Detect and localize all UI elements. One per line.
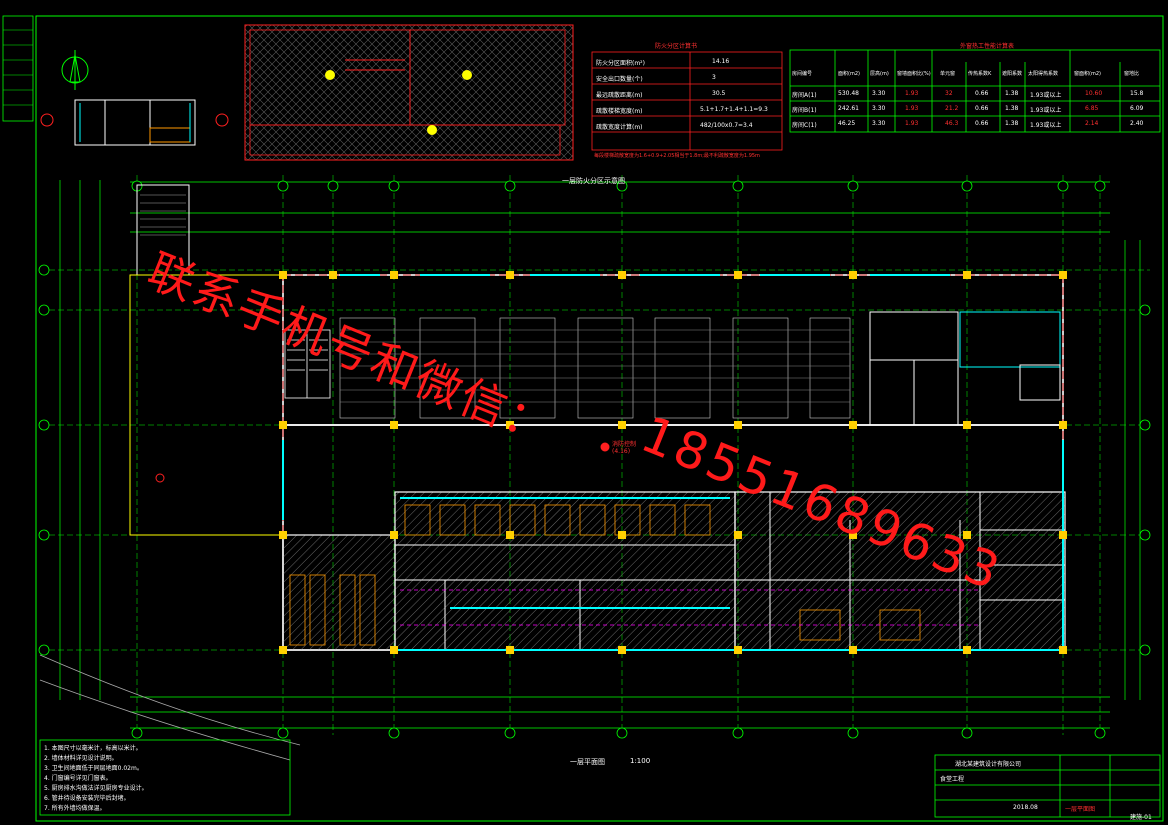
energy-cell: 0.66 xyxy=(975,90,989,97)
energy-cell: 房间C(1) xyxy=(792,122,817,129)
note-item: 3. 卫生间地面低于同层地面0.02m。 xyxy=(44,765,143,772)
energy-cell: 46.3 xyxy=(945,120,959,127)
energy-cell: 21.2 xyxy=(945,105,959,112)
energy-cell: 242.61 xyxy=(838,105,859,112)
red-markers xyxy=(155,442,610,483)
fire-row-label: 最远疏散距离(m) xyxy=(596,92,643,99)
prep-zone xyxy=(734,491,1066,651)
energy-cell: 3.30 xyxy=(872,90,886,97)
fire-row-label: 疏散宽度计算(m) xyxy=(596,124,643,131)
energy-cell: 1.93或以上 xyxy=(1030,92,1062,99)
energy-cell: 1.93 xyxy=(905,90,919,97)
fire-row-label: 安全出口数量(个) xyxy=(596,76,643,83)
energy-cell: 1.38 xyxy=(1005,90,1019,97)
energy-header: 房间编号 xyxy=(792,71,813,77)
energy-header: 遮阳系数 xyxy=(1002,71,1023,77)
axis-bubbles-right xyxy=(1139,304,1151,656)
energy-cell: 房间A(1) xyxy=(792,92,817,99)
title-date: 2018.08 xyxy=(1013,804,1038,811)
energy-header: 太阳得热系数 xyxy=(1028,71,1059,77)
restroom-block xyxy=(869,311,1061,426)
energy-cell: 15.8 xyxy=(1130,90,1144,97)
energy-cell: 10.60 xyxy=(1085,90,1103,97)
area-label-2: 消防控制 xyxy=(612,441,637,448)
energy-cell: 1.38 xyxy=(1005,105,1019,112)
energy-header: 层高(m) xyxy=(870,71,889,77)
title-drawing-name: 一层平面图 xyxy=(1065,806,1096,813)
sheet-number: 建施-01 xyxy=(1130,814,1152,821)
main-title: 一层平面图 xyxy=(570,758,605,766)
axis-bubbles-left xyxy=(38,264,50,656)
energy-table-title: 外窗热工性能计算表 xyxy=(960,43,1015,50)
energy-cell: 0.66 xyxy=(975,120,989,127)
energy-cell: 1.93 xyxy=(905,105,919,112)
left-stamp-lines xyxy=(3,29,33,106)
north-arrow xyxy=(61,50,89,90)
note-item: 5. 厨房排水沟做法详见厨房专业设计。 xyxy=(44,785,148,792)
energy-cell: 46.25 xyxy=(838,120,856,127)
fire-row-value: 14.16 xyxy=(712,58,730,65)
energy-header: 窗面积(m2) xyxy=(1074,71,1101,77)
note-item: 7. 所有外墙均做保温。 xyxy=(44,805,106,812)
energy-cell: 32 xyxy=(945,90,953,97)
cad-drawing xyxy=(2,15,1164,822)
fire-table-note: 每段楼梯疏散宽度为1.6+0.9+2.05相当于1.8m;最不利疏散宽度为1.9… xyxy=(594,153,760,159)
main-stair xyxy=(284,329,331,399)
energy-cell: 1.93或以上 xyxy=(1030,122,1062,129)
energy-header: 窗墙面积比(%) xyxy=(897,71,931,77)
axis-bubbles-bottom xyxy=(131,727,1106,739)
note-item: 6. 管井待设备安装完毕后封堵。 xyxy=(44,795,130,802)
energy-cell: 1.93 xyxy=(905,120,919,127)
sheet-border xyxy=(35,15,1164,822)
energy-cell: 530.48 xyxy=(838,90,859,97)
stair-detail-inset xyxy=(74,99,196,146)
fire-row-value: 482/100x0.7=3.4 xyxy=(700,122,753,129)
note-item: 4. 门窗编号详见门窗表。 xyxy=(44,775,112,782)
energy-header: 单元窗 xyxy=(940,71,956,77)
main-scale: 1:100 xyxy=(630,757,651,765)
fire-row-value: 30.5 xyxy=(712,90,726,97)
note-item: 1. 本图尺寸以毫米计，标高以米计。 xyxy=(44,745,142,752)
energy-cell: 1.93或以上 xyxy=(1030,107,1062,114)
kitchen-zone xyxy=(394,491,736,651)
energy-header: 面积(m2) xyxy=(838,71,860,77)
title-project: 食堂工程 xyxy=(940,776,965,783)
dining-table-rows xyxy=(340,329,850,403)
energy-cell: 2.14 xyxy=(1085,120,1099,127)
fire-row-label: 防火分区面积(m²) xyxy=(596,60,645,67)
energy-cell: 1.38 xyxy=(1005,120,1019,127)
energy-header: 窗地比 xyxy=(1124,71,1140,77)
fire-table-title: 防火分区计算书 xyxy=(655,43,698,50)
fire-row-label: 疏散楼梯宽度(m) xyxy=(596,108,643,115)
fire-compartment-inset xyxy=(244,24,574,161)
energy-cell: 2.40 xyxy=(1130,120,1144,127)
energy-cell: 3.30 xyxy=(872,120,886,127)
energy-cell: 6.85 xyxy=(1085,105,1099,112)
left-open-area xyxy=(129,274,284,536)
energy-cell: 房间B(1) xyxy=(792,107,817,114)
energy-header: 传热系数K xyxy=(968,71,992,77)
energy-cell: 6.09 xyxy=(1130,105,1144,112)
title-company: 湖北某建筑设计有限公司 xyxy=(955,761,1022,768)
note-item: 2. 墙体材料详见设计说明。 xyxy=(44,755,118,762)
inset-axis-markers xyxy=(40,113,229,127)
dining-tables xyxy=(339,317,851,419)
storage-zone xyxy=(282,534,396,651)
left-stair-area xyxy=(136,184,190,276)
area-label: (4.16) xyxy=(612,448,631,455)
fire-row-value: 3 xyxy=(712,74,716,81)
energy-cell: 0.66 xyxy=(975,105,989,112)
energy-cell: 3.30 xyxy=(872,105,886,112)
inset-title: 一层防火分区示意图 xyxy=(562,177,625,185)
fire-row-value: 5.1+1.7+1.4+1.1=9.3 xyxy=(700,106,768,113)
